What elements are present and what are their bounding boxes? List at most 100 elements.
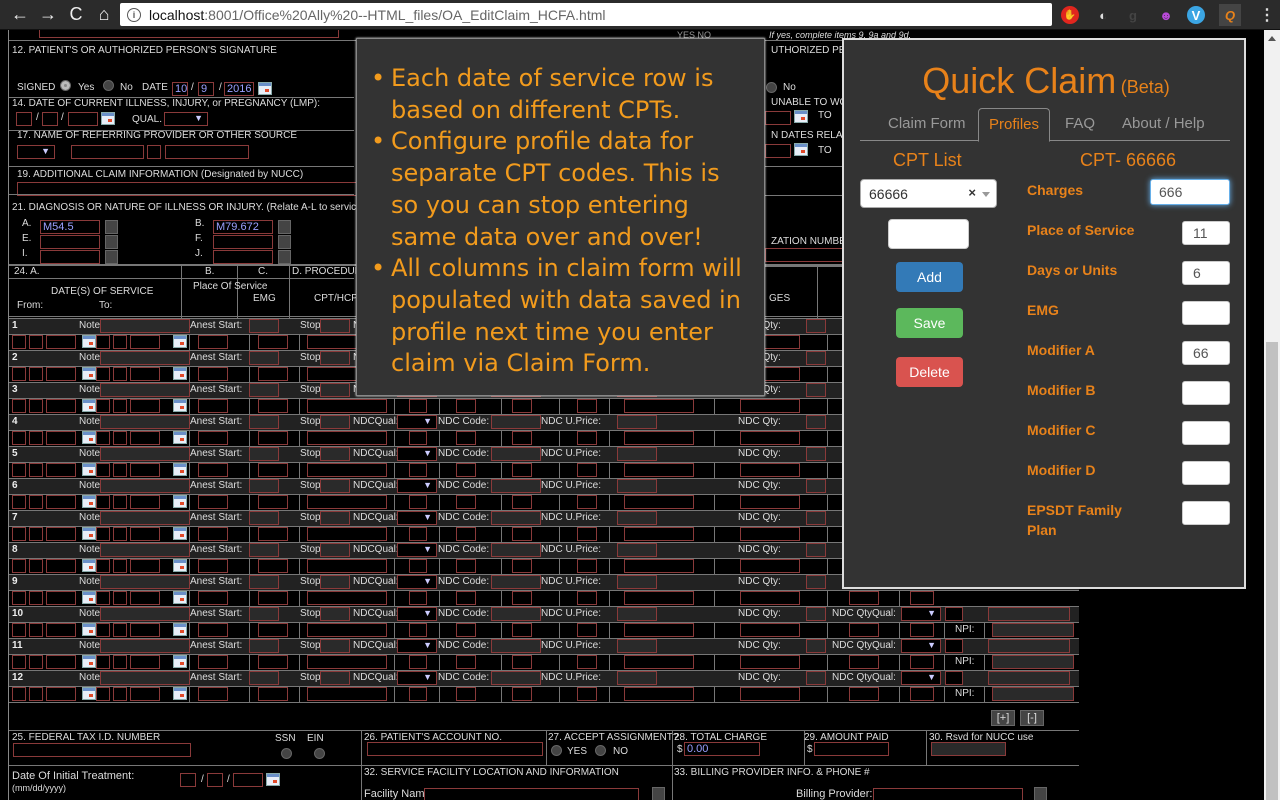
ndc-qual-select[interactable] <box>397 671 437 685</box>
calendar-icon[interactable] <box>173 367 187 380</box>
row-extra-input[interactable] <box>945 671 963 685</box>
ndc-price-input[interactable] <box>617 639 657 653</box>
sign-date-month[interactable]: 10 <box>172 82 188 96</box>
place-of-service-input[interactable] <box>198 495 228 509</box>
calendar-icon[interactable] <box>258 82 272 95</box>
epsdt-input[interactable] <box>910 623 934 637</box>
lookup-button[interactable] <box>278 220 291 234</box>
from-day[interactable] <box>29 495 43 509</box>
ndc-qual-select[interactable] <box>397 543 437 557</box>
unable-from[interactable] <box>765 111 791 125</box>
to-year[interactable] <box>130 463 160 477</box>
ndc-qty-input[interactable] <box>806 415 826 429</box>
npi-input[interactable] <box>992 623 1074 637</box>
diag-pointer-input[interactable] <box>624 527 694 541</box>
units-input[interactable] <box>849 687 879 701</box>
diag-pointer-input[interactable] <box>624 623 694 637</box>
initial-day[interactable] <box>207 773 223 787</box>
note-input[interactable] <box>100 543 190 557</box>
to-year[interactable] <box>130 399 160 413</box>
diagnosis-a-input[interactable]: M54.5 <box>40 220 100 234</box>
calendar-icon[interactable] <box>173 399 187 412</box>
from-month[interactable] <box>12 495 26 509</box>
ndc-qty-input[interactable] <box>806 671 826 685</box>
emg-input[interactable] <box>1182 301 1230 325</box>
diagnosis-j-input[interactable] <box>213 250 273 264</box>
emg-input[interactable] <box>258 559 288 573</box>
modifier-b-input[interactable] <box>456 495 476 509</box>
to-day[interactable] <box>113 463 127 477</box>
note-input[interactable] <box>100 479 190 493</box>
to-month[interactable] <box>96 495 110 509</box>
epsdt-input[interactable] <box>910 655 934 669</box>
row-extra-input[interactable] <box>945 607 963 621</box>
clear-icon[interactable]: × <box>968 185 976 200</box>
calendar-icon[interactable] <box>82 463 96 476</box>
charges-input[interactable] <box>740 559 800 573</box>
ndc-code-input[interactable] <box>491 671 541 685</box>
anest-start-input[interactable] <box>249 479 279 493</box>
anest-start-input[interactable] <box>249 575 279 589</box>
modifier-c-input[interactable] <box>512 687 532 701</box>
note-input[interactable] <box>100 319 190 333</box>
modifier-c-input[interactable] <box>512 399 532 413</box>
modifier-d-input[interactable] <box>577 559 597 573</box>
address-bar[interactable]: i localhost:8001/Office%20Ally%20--HTML_… <box>120 3 1052 26</box>
to-month[interactable] <box>96 591 110 605</box>
place-of-service-input[interactable] <box>198 559 228 573</box>
modifier-a-input[interactable]: 66 <box>1182 341 1230 365</box>
epsdt-family-plan-input[interactable] <box>1182 501 1230 525</box>
modifier-d-input[interactable] <box>577 431 597 445</box>
to-day[interactable] <box>113 591 127 605</box>
place-of-service-input[interactable] <box>198 591 228 605</box>
from-month[interactable] <box>12 623 26 637</box>
facility-name-input[interactable] <box>424 788 639 800</box>
calendar-icon[interactable] <box>173 335 187 348</box>
vimeo-icon[interactable]: V <box>1187 6 1205 24</box>
row-extra-input-2[interactable] <box>988 607 1070 621</box>
units-input[interactable] <box>849 655 879 669</box>
ssn-radio[interactable] <box>281 748 292 759</box>
to-day[interactable] <box>113 655 127 669</box>
charges-input[interactable] <box>740 431 800 445</box>
modifier-d-input[interactable] <box>577 623 597 637</box>
from-month[interactable] <box>12 655 26 669</box>
place-of-service-input[interactable] <box>198 687 228 701</box>
anest-start-input[interactable] <box>249 319 279 333</box>
from-day[interactable] <box>29 367 43 381</box>
calendar-icon[interactable] <box>82 623 96 636</box>
charges-input[interactable]: 666 <box>1150 179 1230 205</box>
from-year[interactable] <box>46 367 76 381</box>
save-button[interactable]: Save <box>896 308 963 338</box>
from-year[interactable] <box>46 687 76 701</box>
accept-yes-radio[interactable] <box>551 745 562 756</box>
patient-account-input[interactable] <box>367 742 543 756</box>
from-month[interactable] <box>12 591 26 605</box>
initial-month[interactable] <box>180 773 196 787</box>
lookup-button[interactable] <box>652 787 665 800</box>
note-input[interactable] <box>100 671 190 685</box>
to-year[interactable] <box>130 335 160 349</box>
cpt-input[interactable] <box>307 463 387 477</box>
calendar-icon[interactable] <box>173 623 187 636</box>
units-input[interactable] <box>849 623 879 637</box>
from-day[interactable] <box>29 655 43 669</box>
to-year[interactable] <box>130 527 160 541</box>
ndc-price-input[interactable] <box>617 671 657 685</box>
modifier-d-input[interactable] <box>577 527 597 541</box>
npi-input[interactable] <box>992 655 1074 669</box>
to-year[interactable] <box>130 591 160 605</box>
from-day[interactable] <box>29 591 43 605</box>
from-month[interactable] <box>12 335 26 349</box>
initial-year[interactable] <box>233 773 263 787</box>
scrollbar-thumb[interactable] <box>1266 342 1278 800</box>
emg-input[interactable] <box>258 495 288 509</box>
from-year[interactable] <box>46 591 76 605</box>
from-month[interactable] <box>12 431 26 445</box>
from-month[interactable] <box>12 367 26 381</box>
anest-stop-input[interactable] <box>320 383 350 397</box>
anest-start-input[interactable] <box>249 415 279 429</box>
calendar-icon[interactable] <box>173 463 187 476</box>
lookup-button[interactable] <box>278 250 291 264</box>
modifier-b-input[interactable] <box>1182 381 1230 405</box>
